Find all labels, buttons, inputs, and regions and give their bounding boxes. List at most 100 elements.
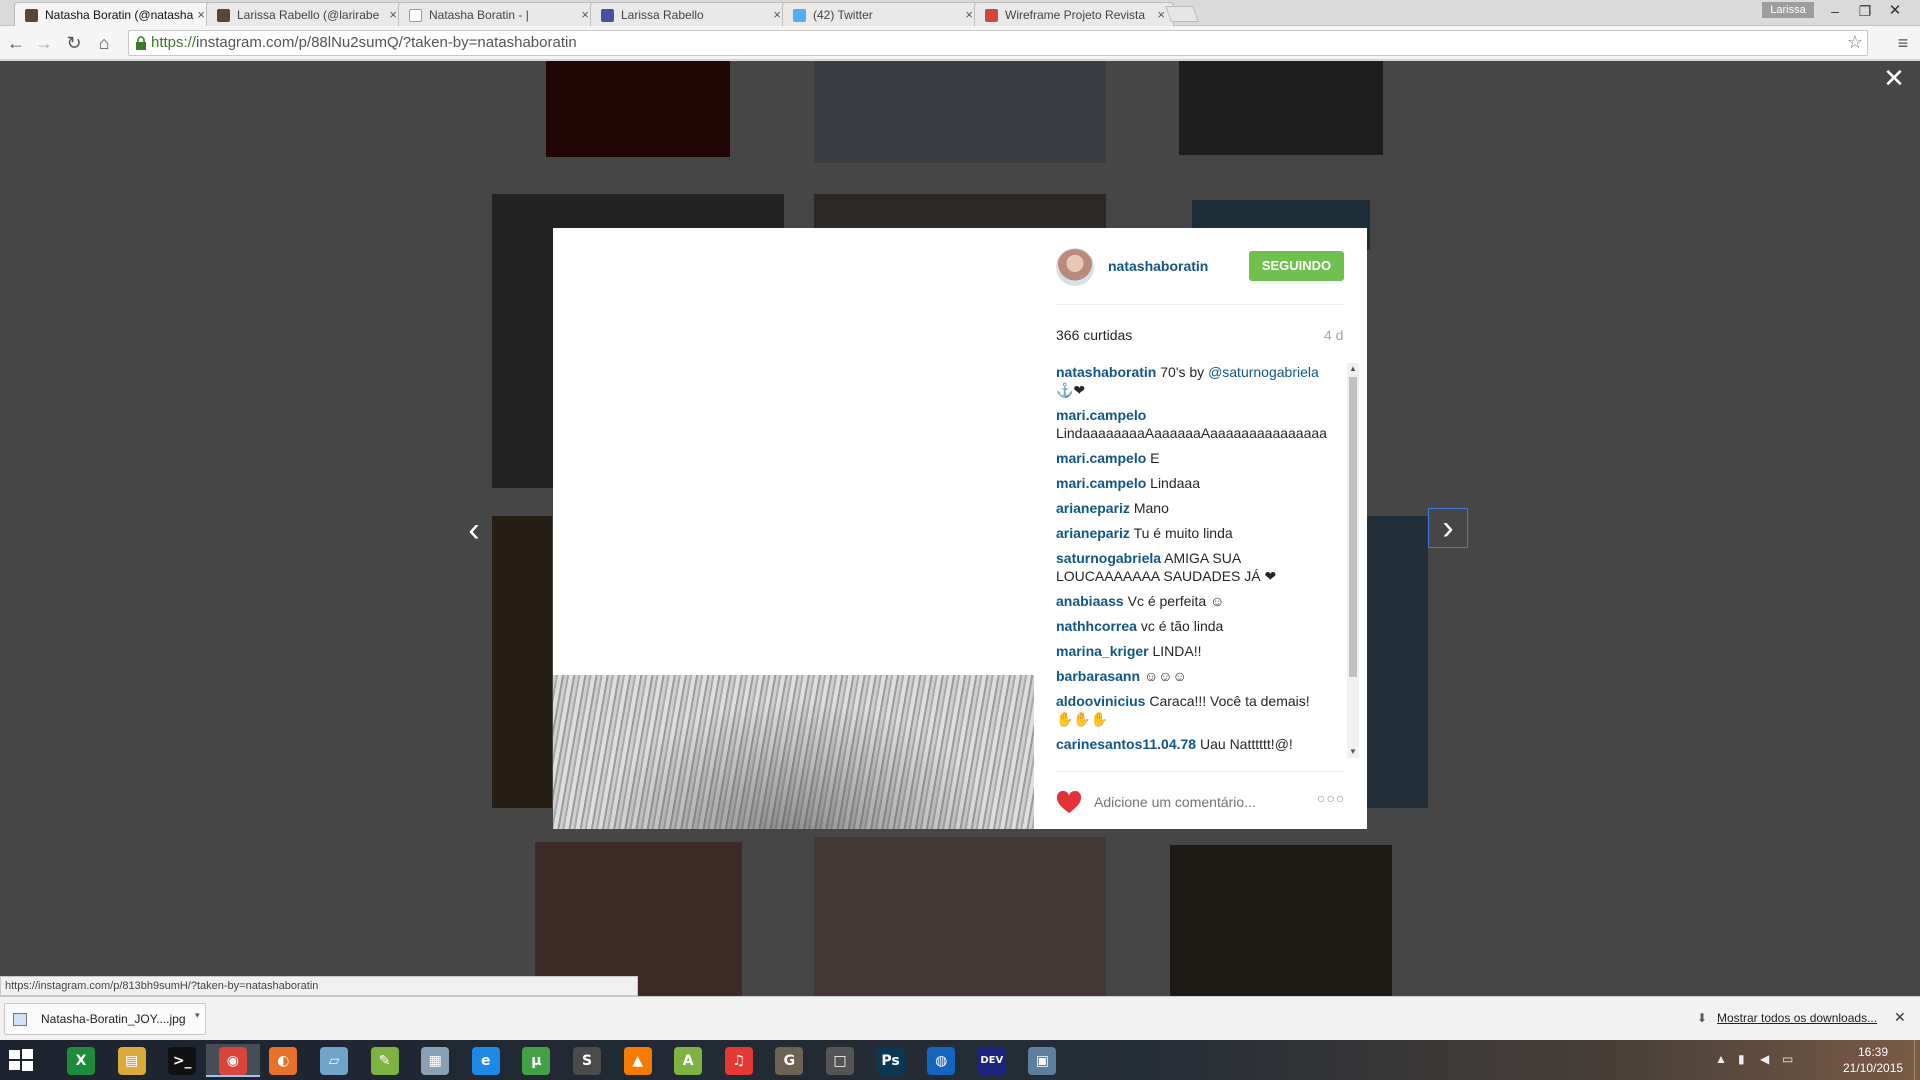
menu-icon[interactable]: ≡ <box>1894 32 1912 54</box>
taskbar-app[interactable]: ▲ <box>611 1044 665 1077</box>
facebook-favicon-icon <box>601 9 614 22</box>
taskbar-app[interactable]: ▤ <box>105 1044 159 1077</box>
browser-tab[interactable]: Natasha Boratin - | × <box>398 2 598 26</box>
show-desktop-button[interactable] <box>1914 1040 1920 1080</box>
comment-username[interactable]: barbarasann <box>1056 668 1140 684</box>
close-tab-icon[interactable]: × <box>773 3 781 26</box>
taskbar-app[interactable]: µ <box>509 1044 563 1077</box>
close-tab-icon[interactable]: × <box>581 3 589 26</box>
close-window-icon[interactable]: ✕ <box>1880 0 1910 22</box>
network-icon[interactable]: ▮ <box>1738 1052 1745 1066</box>
comment-username[interactable]: nathhcorrea <box>1056 618 1137 634</box>
comment-username[interactable]: natashaboratin <box>1056 364 1156 380</box>
taskbar-app[interactable]: □ <box>813 1044 867 1077</box>
tab-strip: Natasha Boratin (@natasha × Larissa Rabell… <box>0 0 1920 26</box>
gmail-favicon-icon <box>985 9 998 22</box>
following-button[interactable]: SEGUINDO <box>1249 251 1344 281</box>
next-post-icon[interactable]: › <box>1428 508 1468 548</box>
battery-icon[interactable]: ▭ <box>1782 1052 1793 1066</box>
taskbar-app[interactable]: Ps <box>864 1044 918 1077</box>
close-tab-icon[interactable]: × <box>965 3 973 26</box>
instagram-favicon-icon <box>25 9 38 22</box>
previous-post-icon[interactable]: ‹ <box>454 511 494 551</box>
tray-expand-icon[interactable]: ▲ <box>1715 1052 1727 1066</box>
minimize-icon[interactable]: – <box>1820 0 1850 22</box>
tab-title: Larissa Rabello <box>621 8 704 22</box>
comment-username[interactable]: anabiaass <box>1056 593 1124 609</box>
taskbar-app[interactable]: ◉ <box>205 1044 260 1077</box>
scroll-thumb[interactable] <box>1349 377 1357 677</box>
comment-username[interactable]: carinesantos11.04.78 <box>1056 736 1196 752</box>
scroll-up-icon[interactable]: ▲ <box>1347 363 1359 375</box>
comment-username[interactable]: aldoovinicius <box>1056 693 1145 709</box>
twitter-favicon-icon <box>793 9 806 22</box>
taskbar-app[interactable]: A <box>661 1044 715 1077</box>
restore-icon[interactable]: ❐ <box>1850 0 1880 22</box>
taskbar-app[interactable]: G <box>762 1044 816 1077</box>
post-photo[interactable] <box>553 228 1034 829</box>
url-scheme: https:// <box>151 34 197 51</box>
taskbar-app[interactable]: S <box>560 1044 614 1077</box>
clock-date[interactable]: 21/10/2015 <box>1843 1061 1903 1075</box>
taskbar-app[interactable]: X <box>54 1044 108 1077</box>
volume-icon[interactable]: ◀ <box>1760 1052 1769 1066</box>
download-item[interactable]: Natasha-Boratin_JOY....jpg ▾ <box>4 1003 206 1035</box>
comment-item: arianepariz Tu é muito linda <box>1056 524 1328 542</box>
comment-text: Tu é muito linda <box>1133 525 1233 541</box>
close-tab-icon[interactable]: × <box>197 3 205 26</box>
comment-username[interactable]: marina_kriger <box>1056 643 1149 659</box>
more-options-icon[interactable]: ○○○ <box>1317 790 1345 806</box>
forward-icon[interactable]: → <box>32 31 56 55</box>
browser-tab[interactable]: Larissa Rabello × <box>590 2 790 26</box>
comment-mention[interactable]: @saturnogabriela <box>1208 364 1319 380</box>
taskbar-app[interactable]: ◍ <box>914 1044 968 1077</box>
comment-input[interactable] <box>1094 790 1294 814</box>
taskbar-app[interactable]: ▦ <box>408 1044 462 1077</box>
post-age[interactable]: 4 d <box>1324 327 1343 343</box>
tab-title: Wireframe Projeto Revista <box>1005 8 1146 22</box>
chevron-down-icon[interactable]: ▾ <box>195 1010 200 1021</box>
comment-text: LINDA!! <box>1152 643 1202 659</box>
comment-item: aldoovinicius Caraca!!! Você ta demais! … <box>1056 692 1328 728</box>
address-bar[interactable]: https://instagram.com/p/88lNu2sumQ/?take… <box>128 30 1868 56</box>
browser-tab[interactable]: (42) Twitter × <box>782 2 982 26</box>
scroll-down-icon[interactable]: ▼ <box>1347 746 1359 758</box>
comment-username[interactable]: saturnogabriela <box>1056 550 1161 566</box>
itunes-icon: ♫ <box>724 1047 753 1075</box>
taskbar-app[interactable]: ◐ <box>256 1044 310 1077</box>
back-icon[interactable]: ← <box>4 31 28 55</box>
browser-tab[interactable]: Wireframe Projeto Revista × <box>974 2 1174 26</box>
comments-scrollbar[interactable]: ▲ ▼ <box>1347 363 1359 758</box>
taskbar-app[interactable]: >_ <box>155 1044 209 1077</box>
home-icon[interactable]: ⌂ <box>92 31 116 55</box>
taskbar-app[interactable]: DEV <box>965 1044 1019 1077</box>
bookmark-star-icon[interactable]: ☆ <box>1847 32 1863 53</box>
taskbar-app[interactable]: ✎ <box>358 1044 412 1077</box>
comment-username[interactable]: arianepariz <box>1056 500 1130 516</box>
divider <box>1056 304 1344 305</box>
taskbar-app[interactable]: ♫ <box>712 1044 766 1077</box>
close-modal-icon[interactable]: ✕ <box>1882 65 1906 91</box>
clock-time[interactable]: 16:39 <box>1858 1045 1888 1059</box>
avatar[interactable] <box>1056 248 1094 286</box>
taskbar-app[interactable]: ▱ <box>307 1044 361 1077</box>
close-tab-icon[interactable]: × <box>389 3 397 26</box>
reload-icon[interactable]: ↻ <box>62 31 86 55</box>
profile-badge[interactable]: Larissa <box>1762 2 1814 18</box>
taskbar-app[interactable]: ▣ <box>1015 1044 1069 1077</box>
comment-username[interactable]: mari.campelo <box>1056 407 1146 423</box>
post-username[interactable]: natashaboratin <box>1108 258 1208 274</box>
show-all-downloads-link[interactable]: Mostrar todos os downloads... <box>1717 1011 1877 1025</box>
comment-username[interactable]: arianepariz <box>1056 525 1130 541</box>
close-tab-icon[interactable]: × <box>1157 3 1165 26</box>
browser-tab[interactable]: Larissa Rabello (@larirabe × <box>206 2 406 26</box>
heart-icon[interactable] <box>1056 791 1082 815</box>
comment-username[interactable]: mari.campelo <box>1056 450 1146 466</box>
taskbar-app[interactable]: e <box>459 1044 513 1077</box>
windows-start-icon[interactable] <box>8 1048 34 1072</box>
close-downloads-icon[interactable]: ✕ <box>1894 1009 1906 1026</box>
new-tab-button[interactable] <box>1165 6 1199 22</box>
browser-tab[interactable]: Natasha Boratin (@natasha × <box>14 2 214 26</box>
comment-username[interactable]: mari.campelo <box>1056 475 1146 491</box>
tab-title: Larissa Rabello (@larirabe <box>237 8 380 22</box>
